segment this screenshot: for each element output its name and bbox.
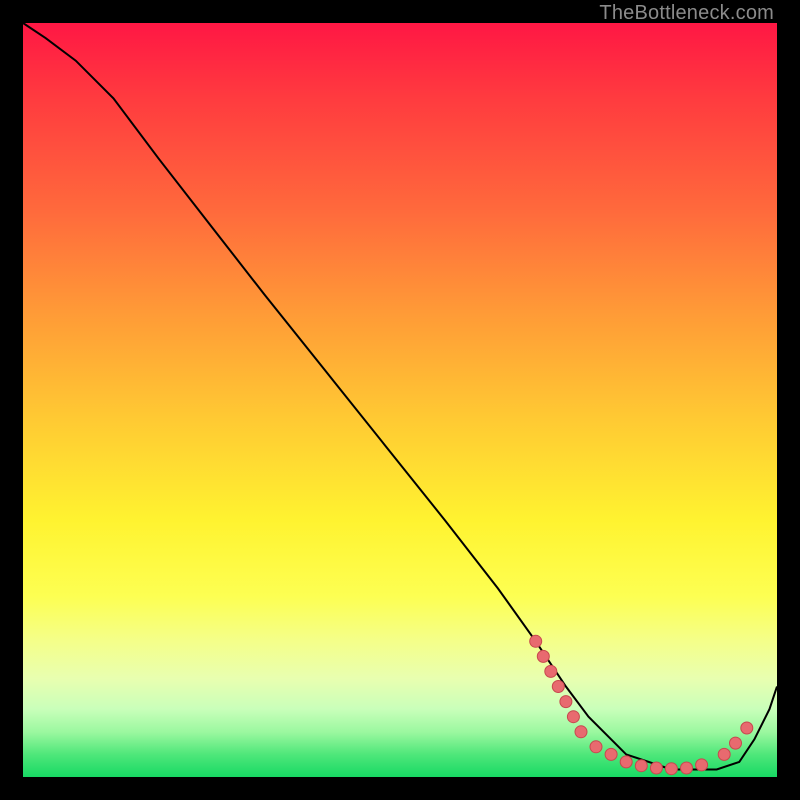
curve-marker [718,748,730,760]
curve-marker [575,726,587,738]
curve-marker [552,681,564,693]
curve-marker [681,762,693,774]
curve-marker [741,722,753,734]
curve-marker [696,759,708,771]
curve-marker [530,635,542,647]
curve-marker [545,665,557,677]
plot-area [23,23,777,777]
watermark-text: TheBottleneck.com [599,2,774,25]
curve-marker [665,763,677,775]
curve-marker [650,762,662,774]
curve-marker [730,737,742,749]
curve-marker [560,696,572,708]
curve-markers [530,635,753,774]
curve-marker [635,760,647,772]
bottleneck-curve [23,23,777,770]
curve-marker [537,650,549,662]
curve-marker [605,748,617,760]
curve-marker [590,741,602,753]
curve-layer [23,23,777,777]
curve-marker [567,711,579,723]
chart-stage: TheBottleneck.com [0,0,800,800]
curve-marker [620,756,632,768]
